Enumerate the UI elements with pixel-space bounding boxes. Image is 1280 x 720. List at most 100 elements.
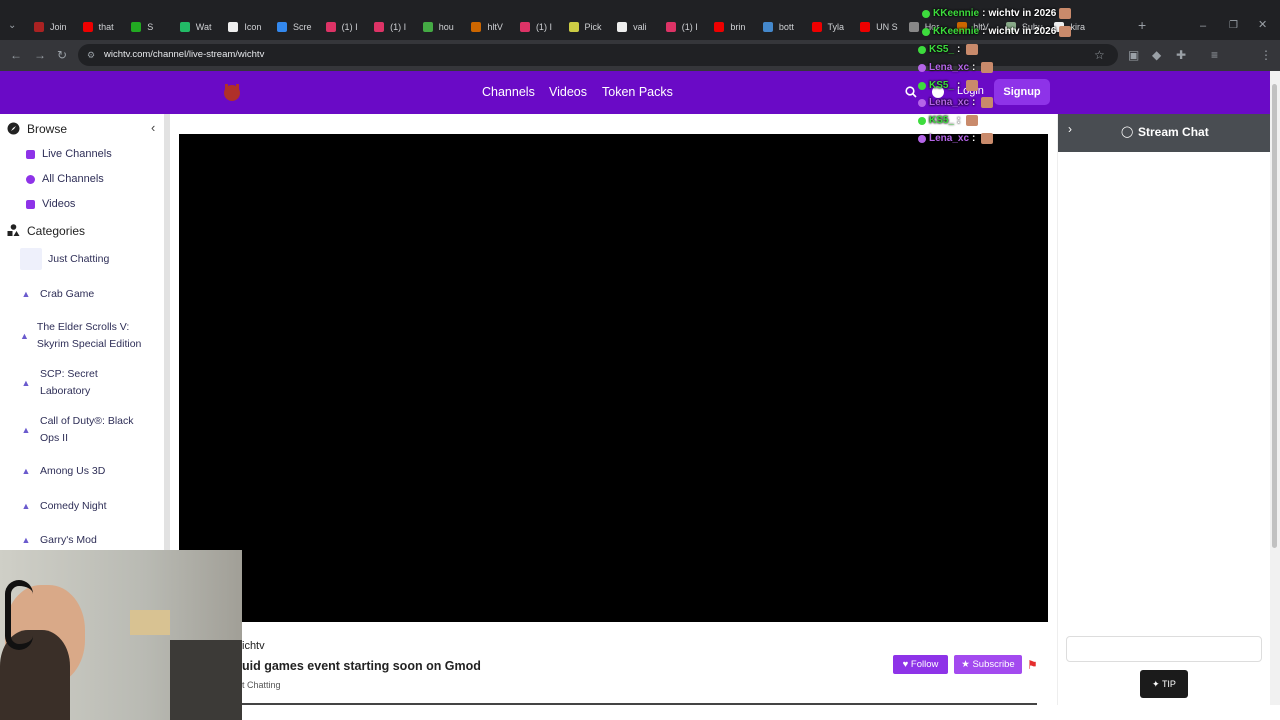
chat-message-input[interactable] [1066,636,1262,662]
category-just-chatting[interactable]: Just Chatting [20,248,155,270]
browser-tab[interactable]: (1) I [512,18,561,36]
url-text[interactable]: wichtv.com/channel/live-stream/wichtv [104,49,264,60]
category-skyrim[interactable]: ▲ The Elder Scrolls V: Skyrim Special Ed… [20,319,155,353]
browser-tab[interactable]: Icon [220,18,269,36]
extension-icon[interactable]: ▣ [1128,49,1139,61]
overlay-separator: : [972,133,976,144]
video-player[interactable] [179,134,1048,622]
collapse-chat-icon[interactable]: › [1068,122,1072,136]
browser-menu-icon[interactable]: ⋮ [1260,49,1272,61]
badge-icon [918,63,926,72]
category-label: Comedy Night [40,500,107,512]
sidebar-scrollbar[interactable] [164,114,170,550]
tab-favicon-icon [471,22,482,32]
tab-favicon-icon [811,22,822,32]
tab-favicon-icon [276,22,287,32]
nav-token-packs[interactable]: Token Packs [602,85,673,99]
maximize-icon[interactable]: ❐ [1229,20,1238,32]
tab-favicon-icon [665,22,676,32]
category-label: Call of Duty®: Black Ops II [40,415,134,444]
overlay-separator: : [982,26,986,37]
extensions-puzzle-icon[interactable]: ✚ [1176,49,1186,61]
forward-icon[interactable]: → [34,49,46,61]
shapes-icon: ▲ [21,466,31,476]
tab-favicon-icon [131,22,142,32]
browser-tab[interactable]: Wat [172,18,221,36]
tab-search-icon[interactable]: ⌄ [8,20,16,32]
bookmark-star-icon[interactable]: ☆ [1094,49,1105,61]
category-cod-bo2[interactable]: ▲ Call of Duty®: Black Ops II [20,413,155,447]
back-icon[interactable]: ← [10,49,22,61]
badge-icon [918,134,926,143]
site-logo[interactable] [221,81,243,103]
browser-tab[interactable]: Scre [269,18,318,36]
browser-tab[interactable]: brin [706,18,755,36]
extension-icon[interactable]: ◆ [1152,49,1161,61]
subscribe-button[interactable]: ★ Subscribe [954,655,1022,674]
site-info-icon[interactable]: ⚙ [87,49,95,61]
follow-button[interactable]: ♥ Follow [893,655,948,674]
tab-favicon-icon [374,22,385,32]
browser-tab[interactable]: hou [415,18,464,36]
badge-icon [922,27,930,36]
browser-tab[interactable]: hltV [463,18,512,36]
compass-icon [7,122,20,135]
tip-button[interactable]: ✦ TIP [1140,670,1188,698]
media-control-icon[interactable]: ≡ [1211,49,1218,61]
browser-tab[interactable]: UN S [852,18,901,36]
category-label: Garry's Mod [40,534,97,546]
browser-tab[interactable]: S [123,18,172,36]
browser-tab[interactable]: that [75,18,124,36]
emote-icon [966,115,979,126]
report-flag-icon[interactable]: ⚑ [1027,658,1038,672]
stream-category[interactable]: t Chatting [242,680,281,690]
page-scrollbar-thumb[interactable] [1272,84,1277,548]
signup-button[interactable]: Signup [994,79,1050,105]
sidebar-item-all-channels[interactable]: All Channels [26,173,104,185]
tab-title: (1) I [535,22,552,32]
users-icon [26,174,35,184]
browser-tab[interactable]: Pick [561,18,610,36]
browser-tab[interactable]: (1) I [658,18,707,36]
overlay-chat-message: KS5_: [918,80,979,91]
sidebar-item-label: Live Channels [42,148,112,160]
chat-panel: › ◯ Stream Chat ✦ TIP [1057,114,1271,705]
collapse-sidebar-icon[interactable]: ‹ [151,120,155,135]
close-window-icon[interactable]: ✕ [1258,19,1267,31]
overlay-username: KS5_ [929,80,955,91]
browser-tab[interactable]: Join [26,18,75,36]
minimize-icon[interactable]: – [1200,20,1206,32]
browser-tab[interactable]: (1) I [366,18,415,36]
tab-title: Pick [584,22,602,32]
category-scp[interactable]: ▲ SCP: Secret Laboratory [20,366,155,400]
overlay-username: KS5_ [929,115,955,126]
category-crab-game[interactable]: ▲ Crab Game [20,286,155,303]
new-tab-icon[interactable]: + [1138,18,1146,32]
channel-name[interactable]: ichtv [242,640,265,652]
sidebar-item-videos[interactable]: Videos [26,198,75,210]
tab-title: hltV [487,22,503,32]
overlay-chat-message: KS5_: [918,115,979,126]
category-garrys-mod[interactable]: ▲ Garry's Mod [20,532,155,549]
overlay-chat-message: Lena_xc: [918,97,994,108]
overlay-username: KKeennie [933,26,980,37]
browser-tab[interactable]: bott [755,18,804,36]
badge-icon [922,9,930,18]
overlay-message-text: wichtv in 2026 [988,26,1057,37]
tab-favicon-icon [228,22,239,32]
reload-icon[interactable]: ↻ [57,49,67,61]
emote-icon [1059,26,1072,37]
category-comedy-night[interactable]: ▲ Comedy Night [20,498,155,515]
wall-object [130,610,170,635]
sidebar-item-live-channels[interactable]: Live Channels [26,148,112,160]
browser-tab[interactable]: Tyla [804,18,853,36]
overlay-username: Lena_xc [929,133,970,144]
search-icon[interactable] [905,86,917,98]
browser-tab[interactable]: vali [609,18,658,36]
tab-favicon-icon [617,22,628,32]
browser-tab[interactable]: (1) I [318,18,367,36]
nav-channels[interactable]: Channels [482,85,535,99]
category-among-us-3d[interactable]: ▲ Among Us 3D [20,463,155,480]
nav-videos[interactable]: Videos [549,85,587,99]
chat-bubble-icon: ◯ [1121,126,1134,138]
